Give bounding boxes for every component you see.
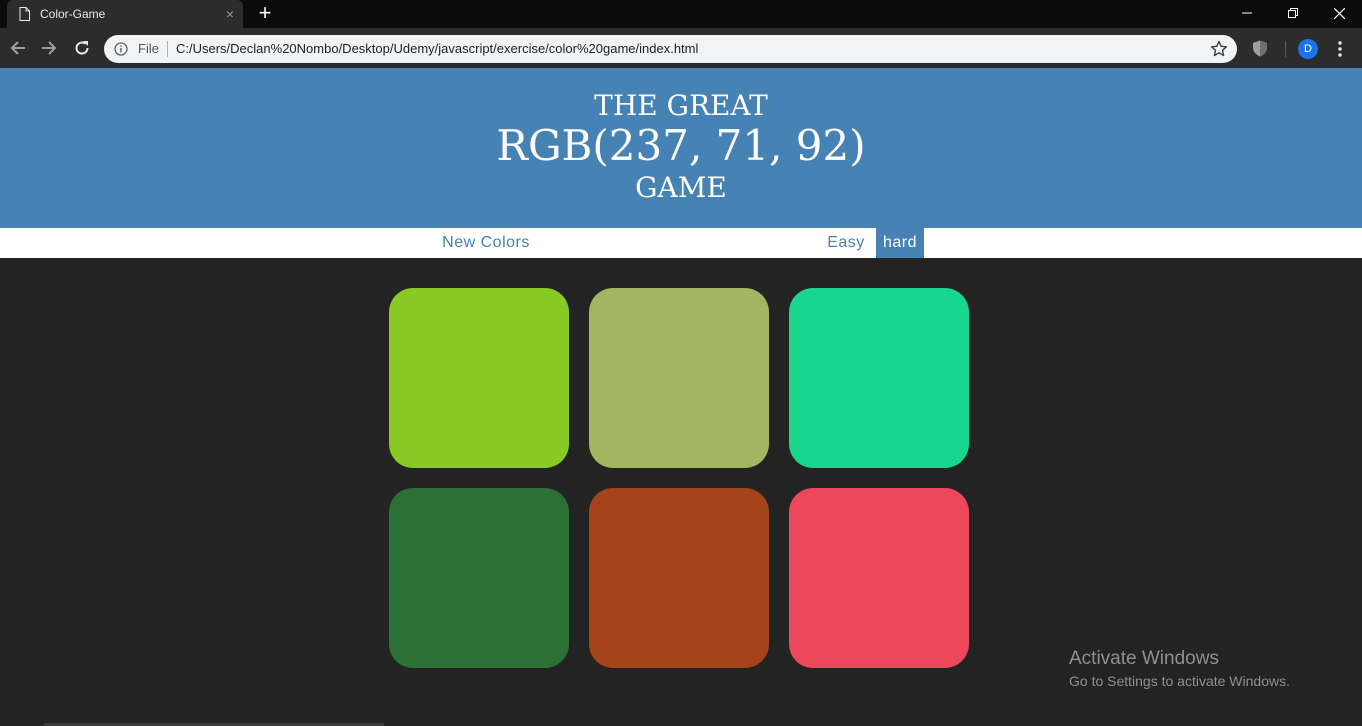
info-icon[interactable] <box>114 42 128 56</box>
header-line-game: GAME <box>635 171 727 204</box>
document-icon <box>19 7 30 21</box>
hard-mode-button[interactable]: hard <box>876 228 924 258</box>
color-square[interactable] <box>789 488 969 668</box>
controls-stripe: New Colors Easy hard <box>0 228 1362 258</box>
back-arrow-icon <box>10 41 25 55</box>
color-square[interactable] <box>389 288 569 468</box>
omnibox-divider <box>167 41 168 57</box>
restore-icon <box>1288 8 1298 18</box>
header-line-great: THE GREAT <box>594 89 768 122</box>
star-icon[interactable] <box>1210 40 1228 58</box>
new-colors-button[interactable]: New Colors <box>432 228 540 258</box>
close-icon <box>1333 7 1345 19</box>
shield-icon[interactable] <box>1252 40 1268 57</box>
game-header: THE GREAT RGB(237, 71, 92) GAME <box>0 68 1362 228</box>
color-square[interactable] <box>389 488 569 668</box>
minimize-icon <box>1242 12 1252 14</box>
tab-title: Color-Game <box>40 7 106 21</box>
new-tab-button[interactable]: + <box>253 2 277 26</box>
watermark-subtitle: Go to Settings to activate Windows. <box>1069 673 1290 689</box>
page-content: THE GREAT RGB(237, 71, 92) GAME New Colo… <box>0 68 1362 726</box>
forward-button[interactable] <box>37 36 61 60</box>
url-text[interactable]: C:/Users/Declan%20Nombo/Desktop/Udemy/ja… <box>176 42 698 56</box>
rgb-display: RGB(237, 71, 92) <box>496 121 866 170</box>
profile-avatar[interactable]: D <box>1298 39 1318 59</box>
forward-arrow-icon <box>42 41 57 55</box>
toolbar-divider <box>1285 41 1286 57</box>
watermark-title: Activate Windows <box>1069 648 1219 669</box>
back-button[interactable] <box>6 36 30 60</box>
kebab-menu-icon[interactable] <box>1330 40 1350 58</box>
address-bar[interactable]: File C:/Users/Declan%20Nombo/Desktop/Ude… <box>104 35 1237 63</box>
file-scheme-label: File <box>138 41 159 56</box>
reload-icon <box>75 41 89 55</box>
color-square[interactable] <box>589 288 769 468</box>
restore-button[interactable] <box>1270 0 1316 26</box>
reload-button[interactable] <box>70 36 94 60</box>
browser-tab[interactable]: Color-Game × <box>7 0 243 28</box>
tab-close-icon[interactable]: × <box>223 7 237 21</box>
easy-mode-button[interactable]: Easy <box>818 228 874 258</box>
minimize-button[interactable] <box>1224 0 1270 26</box>
color-square[interactable] <box>589 488 769 668</box>
tab-strip: Color-Game × + <box>0 0 1362 28</box>
activation-watermark: Activate Windows Go to Settings to activ… <box>1069 648 1290 690</box>
close-window-button[interactable] <box>1316 0 1362 26</box>
color-square[interactable] <box>789 288 969 468</box>
